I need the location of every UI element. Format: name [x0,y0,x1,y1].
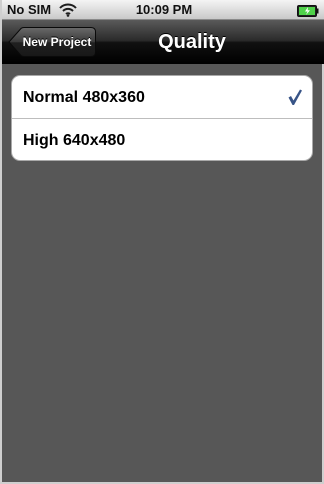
back-button[interactable]: New Project [8,27,96,57]
option-label: Normal 480x360 [23,89,145,106]
option-label: High 640x480 [23,132,126,149]
checkmark-icon [287,88,303,106]
status-bar: No SIM 10:09 PM [2,0,324,20]
screen: No SIM 10:09 PM New Project Quality Norm… [0,0,324,484]
quality-option-normal[interactable]: Normal 480x360 [12,76,312,119]
back-button-label: New Project [22,35,92,49]
quality-options-list: Normal 480x360 High 640x480 [11,75,313,161]
clock-time: 10:09 PM [135,2,193,17]
quality-option-high[interactable]: High 640x480 [12,119,312,160]
battery-charging-icon [297,4,319,17]
navigation-bar: New Project Quality [2,20,324,64]
page-title: Quality [158,31,226,53]
